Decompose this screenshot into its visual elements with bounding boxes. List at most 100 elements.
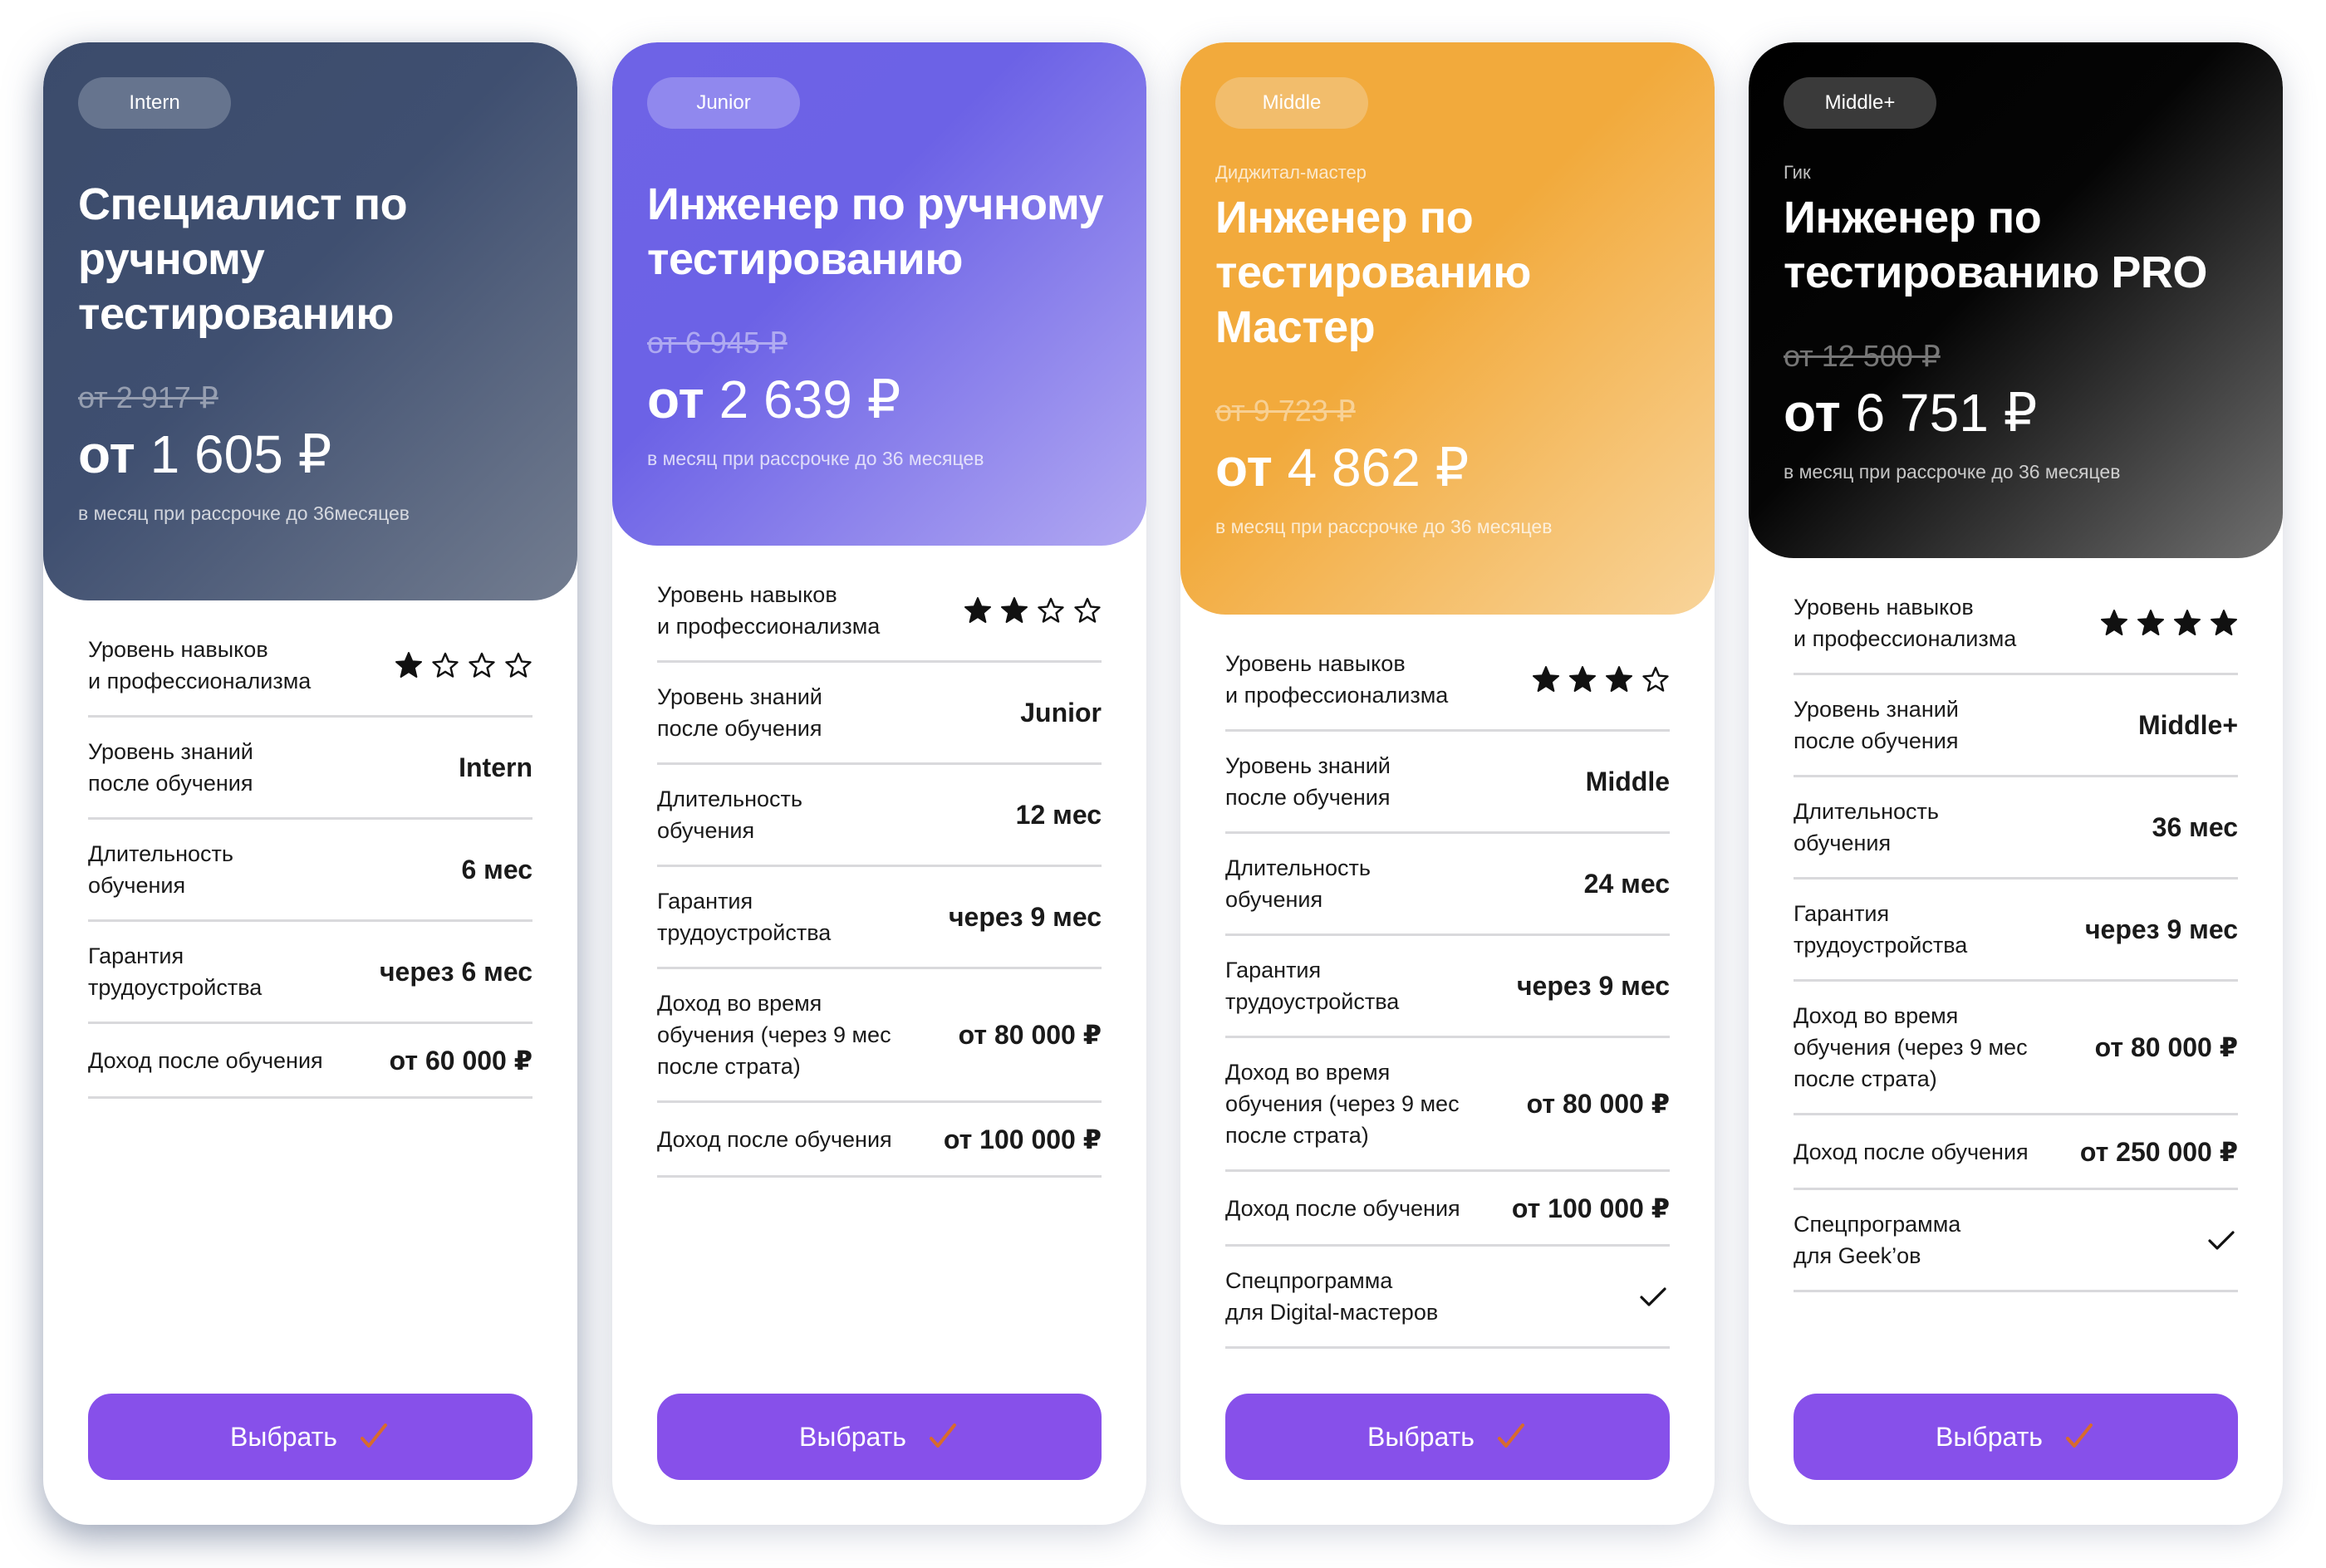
feature-row: Уровень знаний после обучения Middle+ <box>1794 675 2238 777</box>
feature-row: Гарантия трудоустройства через 9 мес <box>1225 936 1670 1038</box>
price: от 4 862 ₽ <box>1215 434 1680 501</box>
feature-row: Спецпрограмма для Digital-мастеров <box>1225 1247 1670 1349</box>
card-header: Middle+ Гик Инженер по тестированию PRO … <box>1749 42 2283 558</box>
feature-value: 36 мес <box>2152 811 2238 842</box>
feature-value: от 80 000 ₽ <box>958 1020 1102 1050</box>
card-header: Junior Инженер по ручному тестированию о… <box>612 42 1146 546</box>
feature-label: Доход после обучения <box>88 1047 323 1073</box>
level-badge: Intern <box>78 77 231 129</box>
feature-row: Длительность обучения 36 мес <box>1794 777 2238 880</box>
installment-note: в месяц при рассрочке до 36 месяцев <box>1215 516 1553 537</box>
feature-label: Уровень знаний после обучения <box>657 684 822 741</box>
feature-value: Junior <box>1020 697 1102 728</box>
feature-list: Уровень навыков и профессионализма Уровен… <box>1794 573 2238 1292</box>
feature-row: Уровень навыков и профессионализма <box>88 615 532 718</box>
star-filled-icon <box>2137 610 2164 635</box>
check-icon <box>1497 1423 1524 1448</box>
select-button-label: Выбрать <box>230 1421 337 1452</box>
installment-note: в месяц при рассрочке до 36 месяцев <box>1784 461 2121 483</box>
feature-value: от 80 000 ₽ <box>1526 1089 1670 1119</box>
select-button[interactable]: Выбрать <box>88 1394 532 1480</box>
old-price: от 12 500 ₽ <box>1784 339 1941 373</box>
star-filled-icon <box>1606 666 1632 692</box>
price-from: от <box>1215 438 1273 497</box>
feature-row: Доход во время обучения (через 9 мес пос… <box>1225 1038 1670 1172</box>
feature-value: от 60 000 ₽ <box>389 1045 532 1076</box>
star-filled-icon <box>1001 597 1028 623</box>
feature-row: Уровень навыков и профессионализма <box>1225 630 1670 732</box>
card-title: Инженер по тестированию Мастер <box>1215 193 1531 352</box>
feature-row: Длительность обучения 6 мес <box>88 820 532 922</box>
installment-note: в месяц при рассрочке до 36месяцев <box>78 502 410 524</box>
star-filled-icon <box>2211 610 2237 635</box>
star-outline-icon <box>432 652 459 678</box>
price-amount: 2 639 ₽ <box>719 370 901 429</box>
price-amount: 4 862 ₽ <box>1287 438 1470 497</box>
level-badge: Middle <box>1215 77 1368 129</box>
star-filled-icon <box>395 652 422 678</box>
card-subtitle: Гик <box>1784 162 1811 183</box>
price: от 1 605 ₽ <box>78 421 542 488</box>
feature-value: Intern <box>459 752 532 782</box>
feature-value: через 9 мес <box>948 901 1102 932</box>
star-outline-icon <box>1074 597 1101 623</box>
checkmark-icon <box>2208 1231 2235 1250</box>
feature-row: Доход после обучения от 60 000 ₽ <box>88 1024 532 1099</box>
feature-label: Спецпрограмма для Digital-мастеров <box>1225 1268 1439 1325</box>
feature-label: Гарантия трудоустройства <box>657 889 832 945</box>
star-filled-icon <box>1569 666 1596 692</box>
feature-label: Уровень навыков и профессионализма <box>1794 595 2017 651</box>
feature-value: 12 мес <box>1015 799 1102 830</box>
price-amount: 1 605 ₽ <box>150 424 332 484</box>
star-outline-icon <box>469 652 495 678</box>
star-filled-icon <box>2174 610 2201 635</box>
installment-note: в месяц при рассрочке до 36 месяцев <box>647 448 984 469</box>
feature-value: от 80 000 ₽ <box>2094 1032 2238 1062</box>
card-subtitle: Диджитал-мастер <box>1215 162 1367 183</box>
star-rating <box>964 596 1102 625</box>
feature-label: Гарантия трудоустройства <box>88 943 263 1000</box>
star-rating <box>395 651 532 679</box>
feature-row: Доход во время обучения (через 9 мес пос… <box>657 969 1102 1103</box>
price: от 6 751 ₽ <box>1784 380 2248 446</box>
feature-label: Длительность обучения <box>657 786 802 843</box>
feature-list: Уровень навыков и профессионализма Уровен… <box>1225 630 1670 1349</box>
feature-value: от 100 000 ₽ <box>1511 1193 1670 1223</box>
feature-label: Гарантия трудоустройства <box>1225 958 1400 1014</box>
star-rating <box>2100 609 2238 637</box>
feature-label: Гарантия трудоустройства <box>1794 901 1968 958</box>
star-filled-icon <box>1533 666 1559 692</box>
feature-label: Длительность обучения <box>1794 799 1939 855</box>
pricing-card-middle-plus: Middle+ Гик Инженер по тестированию PRO … <box>1749 42 2283 1525</box>
feature-label: Длительность обучения <box>88 841 233 898</box>
feature-label: Доход во время обучения (через 9 мес пос… <box>657 991 891 1079</box>
feature-row: Уровень навыков и профессионализма <box>1794 573 2238 675</box>
feature-value: Middle <box>1585 766 1670 796</box>
star-filled-icon <box>964 597 991 623</box>
select-button[interactable]: Выбрать <box>657 1394 1102 1480</box>
old-price: от 2 917 ₽ <box>78 380 218 414</box>
feature-value: через 9 мес <box>1516 970 1670 1001</box>
feature-value: от 100 000 ₽ <box>943 1124 1102 1154</box>
star-rating <box>1532 665 1670 693</box>
feature-label: Доход после обучения <box>657 1126 892 1152</box>
select-button-label: Выбрать <box>1936 1421 2043 1452</box>
check-icon <box>360 1423 387 1448</box>
feature-row: Длительность обучения 12 мес <box>657 765 1102 867</box>
feature-row: Гарантия трудоустройства через 9 мес <box>657 867 1102 969</box>
feature-value: 24 мес <box>1583 868 1670 899</box>
star-outline-icon <box>505 652 532 678</box>
check-icon <box>2065 1423 2093 1448</box>
select-button[interactable]: Выбрать <box>1794 1394 2238 1480</box>
level-badge: Middle+ <box>1784 77 1936 129</box>
price-from: от <box>647 370 704 429</box>
select-button[interactable]: Выбрать <box>1225 1394 1670 1480</box>
select-button-label: Выбрать <box>1367 1421 1475 1452</box>
card-title: Инженер по ручному тестированию <box>647 179 1104 284</box>
feature-row: Доход после обучения от 100 000 ₽ <box>1225 1172 1670 1247</box>
pricing-card-intern: Intern Специалист по ручному тестировани… <box>43 42 577 1525</box>
price-from: от <box>78 424 135 484</box>
feature-label: Спецпрограмма для Geek’ов <box>1794 1212 1961 1268</box>
pricing-card-junior: Junior Инженер по ручному тестированию о… <box>612 42 1146 1525</box>
feature-value: через 9 мес <box>2084 914 2238 944</box>
